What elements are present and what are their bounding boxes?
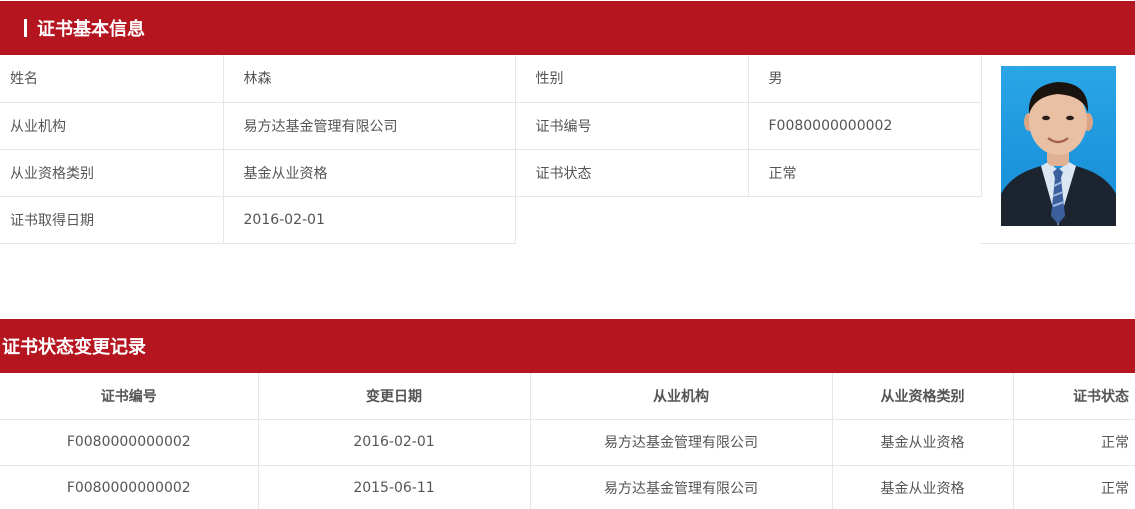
column-header-cert-number: 证书编号 bbox=[0, 373, 259, 420]
photo-cell bbox=[981, 55, 1135, 244]
records-title: 证书状态变更记录 bbox=[2, 337, 146, 358]
cell-cert-number: F0080000000002 bbox=[0, 465, 259, 509]
column-header-institution: 从业机构 bbox=[530, 373, 833, 420]
column-header-qualification: 从业资格类别 bbox=[832, 373, 1014, 420]
person-portrait-icon bbox=[1001, 82, 1116, 226]
header-accent-bar bbox=[24, 19, 27, 37]
cell-institution: 易方达基金管理有限公司 bbox=[530, 465, 833, 509]
info-label-cert-number: 证书编号 bbox=[515, 102, 749, 150]
info-label-name: 姓名 bbox=[0, 55, 224, 103]
records-header: 证书状态变更记录 bbox=[0, 319, 1135, 373]
info-row: 从业资格类别 基金从业资格 证书状态 正常 bbox=[0, 149, 982, 197]
status-records-table: 证书编号 变更日期 从业机构 从业资格类别 证书状态 F008000000000… bbox=[0, 373, 1135, 509]
info-row: 姓名 林森 性别 男 bbox=[0, 55, 982, 103]
basic-info-title: 证书基本信息 bbox=[37, 19, 145, 40]
cell-institution: 易方达基金管理有限公司 bbox=[530, 419, 833, 466]
cell-change-date: 2015-06-11 bbox=[258, 465, 531, 509]
table-row: F0080000000002 2016-02-01 易方达基金管理有限公司 基金… bbox=[0, 419, 1135, 466]
info-value-cert-number: F0080000000002 bbox=[748, 102, 982, 150]
cell-cert-status: 正常 bbox=[1013, 465, 1135, 509]
info-label-gender: 性别 bbox=[515, 55, 749, 103]
info-row: 从业机构 易方达基金管理有限公司 证书编号 F0080000000002 bbox=[0, 102, 982, 150]
basic-info-table: 姓名 林森 性别 男 从业机构 易方达基金管理有限公司 证书编号 F008000… bbox=[0, 55, 982, 244]
cell-cert-number: F0080000000002 bbox=[0, 419, 259, 466]
basic-info-header: 证书基本信息 bbox=[0, 1, 1135, 55]
info-value-cert-status: 正常 bbox=[748, 149, 982, 197]
column-header-change-date: 变更日期 bbox=[258, 373, 531, 420]
info-label-institution: 从业机构 bbox=[0, 102, 224, 150]
column-header-cert-status: 证书状态 bbox=[1013, 373, 1135, 420]
info-value-name: 林森 bbox=[223, 55, 516, 103]
info-label-cert-status: 证书状态 bbox=[515, 149, 749, 197]
table-header-row: 证书编号 变更日期 从业机构 从业资格类别 证书状态 bbox=[0, 373, 1135, 420]
cell-qualification: 基金从业资格 bbox=[832, 419, 1014, 466]
profile-photo bbox=[1001, 66, 1116, 226]
info-value-qualification: 基金从业资格 bbox=[223, 149, 516, 197]
info-label-cert-date: 证书取得日期 bbox=[0, 196, 224, 244]
info-value-gender: 男 bbox=[748, 55, 982, 103]
info-value-cert-date: 2016-02-01 bbox=[223, 196, 516, 244]
info-row: 证书取得日期 2016-02-01 bbox=[0, 196, 981, 244]
table-row: F0080000000002 2015-06-11 易方达基金管理有限公司 基金… bbox=[0, 465, 1135, 509]
cell-change-date: 2016-02-01 bbox=[258, 419, 531, 466]
cell-qualification: 基金从业资格 bbox=[832, 465, 1014, 509]
info-value-institution: 易方达基金管理有限公司 bbox=[223, 102, 516, 150]
cell-cert-status: 正常 bbox=[1013, 419, 1135, 466]
info-label-qualification: 从业资格类别 bbox=[0, 149, 224, 197]
